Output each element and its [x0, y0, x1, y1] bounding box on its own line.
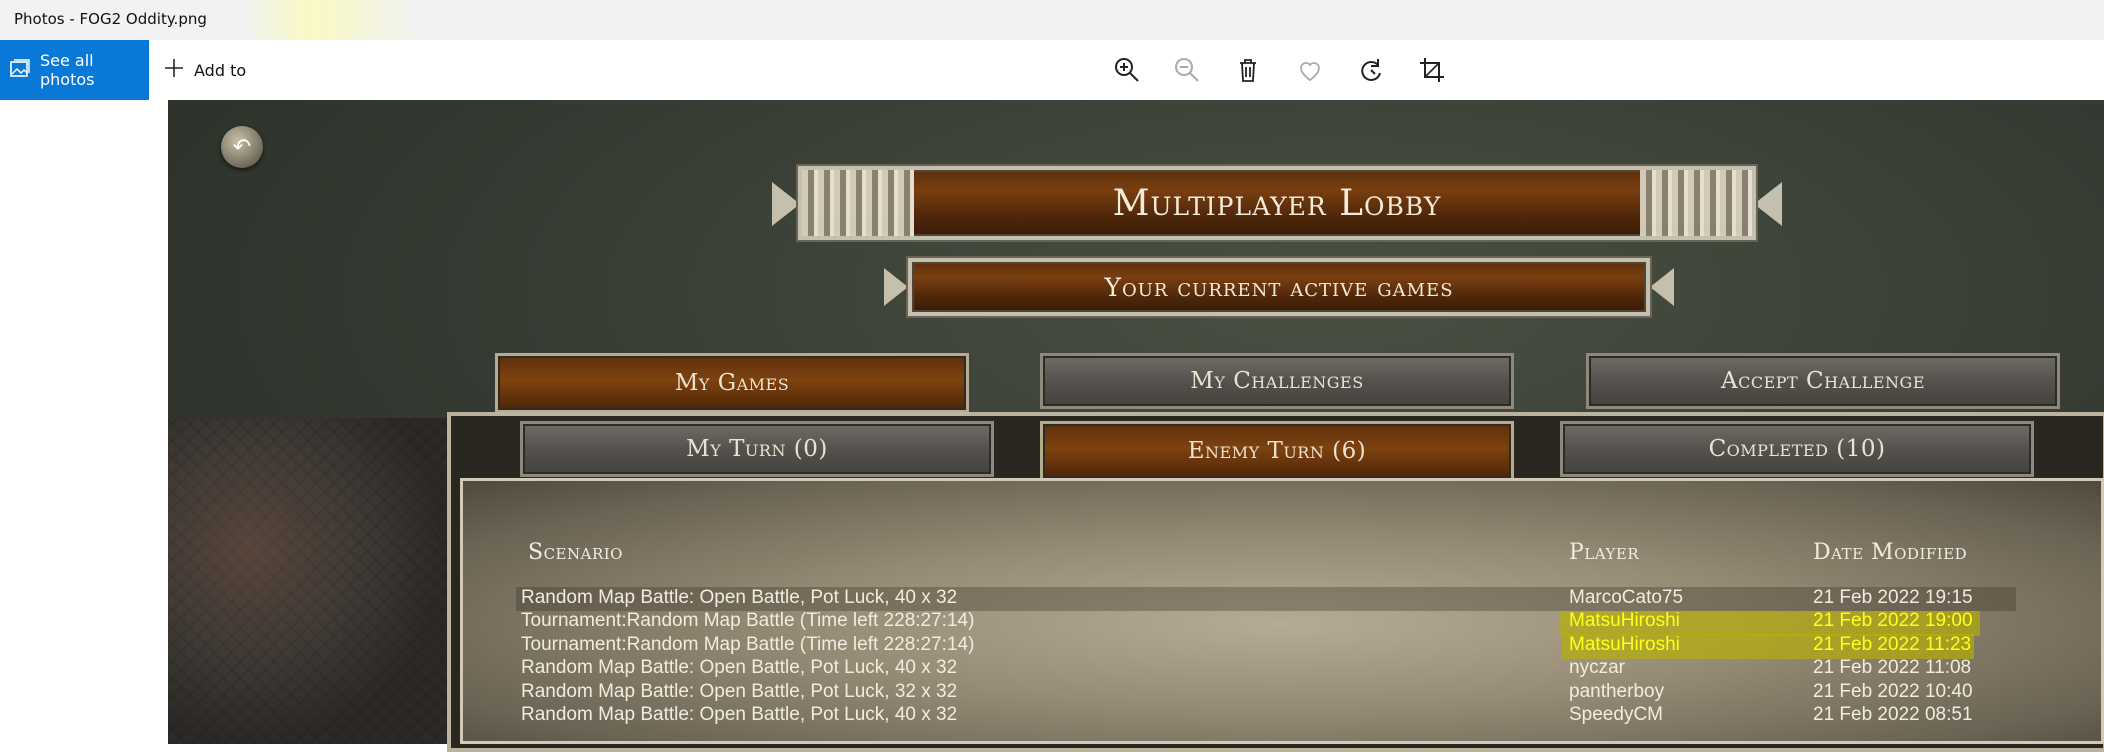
date-cell: 21 Feb 2022 08:51 [1813, 704, 1973, 725]
photos-icon [10, 59, 30, 81]
see-all-photos-label: See all photos [40, 51, 95, 89]
toolbar [0, 40, 2104, 100]
subtitle-right-point [1650, 268, 1674, 306]
tab-label: Enemy Turn (6) [1187, 438, 1367, 464]
date-cell: 21 Feb 2022 11:23 [1813, 634, 1972, 655]
banner-left-point [772, 182, 800, 226]
zoom-in-icon[interactable] [1112, 55, 1142, 85]
plus-icon [164, 58, 184, 82]
lobby-subtitle: Your current active games [1104, 272, 1454, 302]
see-all-photos-button[interactable]: See all photos [0, 40, 149, 100]
zoom-out-icon[interactable] [1172, 55, 1202, 85]
column-header-date[interactable]: Date Modified [1813, 540, 1967, 565]
table-row[interactable]: Tournament:Random Map Battle (Time left … [521, 610, 2104, 633]
scenario-cell: Random Map Battle: Open Battle, Pot Luck… [521, 704, 958, 725]
subtitle-banner: Your current active games [884, 258, 1674, 316]
player-cell: MatsuHiroshi [1569, 634, 1680, 655]
tab-completed[interactable]: Completed (10) [1560, 421, 2034, 477]
drape-right [1640, 170, 1752, 236]
scenario-cell: Random Map Battle: Open Battle, Pot Luck… [521, 681, 958, 702]
player-cell: pantherboy [1569, 681, 1665, 702]
title-bar: Photos - FOG2 Oddity.png [0, 0, 2104, 40]
title-banner: Multiplayer Lobby [772, 164, 1782, 242]
tab-my-turn[interactable]: My Turn (0) [520, 421, 994, 477]
rotate-icon[interactable] [1356, 55, 1386, 85]
date-cell: 21 Feb 2022 19:15 [1813, 587, 1973, 608]
player-cell: MarcoCato75 [1569, 587, 1684, 608]
player-cell: SpeedyCM [1569, 704, 1663, 725]
window-title: Photos - FOG2 Oddity.png [14, 10, 207, 28]
add-to-label: Add to [194, 60, 247, 80]
mosaic-background [168, 418, 448, 744]
table-row[interactable]: Random Map Battle: Open Battle, Pot Luck… [521, 587, 2104, 610]
column-header-player[interactable]: Player [1569, 540, 1639, 565]
scenario-cell: Tournament:Random Map Battle (Time left … [521, 610, 975, 631]
table-row[interactable]: Random Map Battle: Open Battle, Pot Luck… [521, 704, 2104, 727]
tab-label: Accept Challenge [1720, 368, 1926, 394]
drape-left [802, 170, 914, 236]
player-cell: MatsuHiroshi [1569, 610, 1680, 631]
date-cell: 21 Feb 2022 19:00 [1813, 610, 1973, 631]
tab-label: My Turn (0) [686, 436, 828, 462]
scenario-cell: Tournament:Random Map Battle (Time left … [521, 634, 975, 655]
lobby-title: Multiplayer Lobby [1112, 182, 1442, 224]
add-to-button[interactable]: Add to [164, 40, 246, 100]
tab-label: Completed (10) [1708, 436, 1886, 462]
tab-enemy-turn[interactable]: Enemy Turn (6) [1040, 421, 1514, 481]
subtitle-left-point [884, 268, 908, 306]
tab-my-games[interactable]: My Games [495, 353, 969, 413]
heart-icon[interactable] [1295, 55, 1325, 85]
tab-my-challenges[interactable]: My Challenges [1040, 353, 1514, 409]
date-cell: 21 Feb 2022 11:08 [1813, 657, 1972, 678]
crop-icon[interactable] [1417, 55, 1447, 85]
tab-accept-challenge[interactable]: Accept Challenge [1586, 353, 2060, 409]
scenario-cell: Random Map Battle: Open Battle, Pot Luck… [521, 587, 958, 608]
table-row[interactable]: Random Map Battle: Open Battle, Pot Luck… [521, 657, 2104, 680]
table-row[interactable]: Random Map Battle: Open Battle, Pot Luck… [521, 681, 2104, 704]
player-cell: nyczar [1569, 657, 1625, 678]
title-glow [240, 0, 420, 40]
banner-right-point [1754, 182, 1782, 226]
tab-label: My Games [674, 370, 790, 396]
date-cell: 21 Feb 2022 10:40 [1813, 681, 1973, 702]
column-header-scenario[interactable]: Scenario [528, 540, 623, 565]
tab-label: My Challenges [1190, 368, 1364, 394]
table-row[interactable]: Tournament:Random Map Battle (Time left … [521, 634, 2104, 657]
scenario-cell: Random Map Battle: Open Battle, Pot Luck… [521, 657, 958, 678]
trash-icon[interactable] [1233, 55, 1263, 85]
back-icon[interactable]: ↶ [221, 126, 263, 168]
